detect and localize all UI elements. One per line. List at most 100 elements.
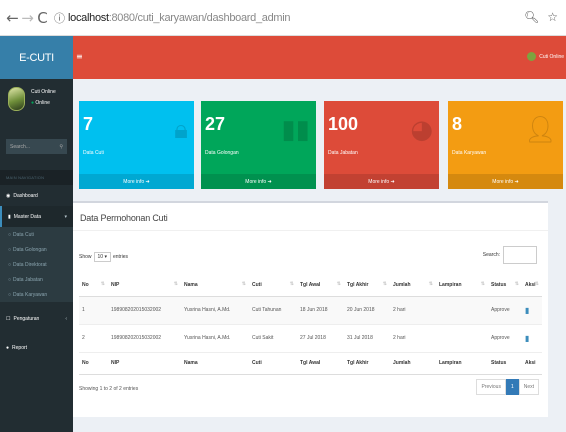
- file-icon[interactable]: ▮: [525, 306, 529, 315]
- cell-jumlah: 2 hari: [390, 324, 436, 353]
- page-1-button[interactable]: 1: [505, 379, 519, 395]
- column-header[interactable]: Cuti ⇅: [249, 274, 297, 297]
- stat-box-data-cuti: 7 Data Cuti 🔒︎ More info ➜: [79, 101, 194, 189]
- stat-label: Data Golongan: [205, 150, 239, 156]
- table-search: Search:: [483, 246, 537, 264]
- more-info-label: More info: [368, 178, 390, 185]
- sidebar-subitem-label: Data Cuti: [13, 231, 34, 238]
- cell-jumlah: 2 hari: [390, 296, 436, 325]
- footer-header: Cuti: [249, 351, 297, 375]
- sidebar-item-dashboard[interactable]: ◉ Dashboard: [0, 185, 73, 206]
- table-search-input[interactable]: [503, 246, 537, 264]
- more-info-link[interactable]: More info ➜: [201, 174, 316, 189]
- show-label: Show: [79, 254, 92, 260]
- stat-value: 7: [83, 114, 94, 134]
- stat-value: 100: [328, 114, 359, 134]
- dashboard-icon: ◉: [6, 192, 11, 199]
- sidebar-item-label: Dashboard: [13, 192, 38, 199]
- circle-icon: ○: [8, 231, 12, 238]
- user-info: Cuti Online ● Online: [31, 87, 56, 109]
- column-header-label: No: [82, 281, 89, 288]
- sidebar-item-report[interactable]: ● Report: [0, 337, 73, 358]
- cell-nip: 198908202015032002: [108, 296, 181, 325]
- column-header[interactable]: Status ⇅: [488, 274, 522, 297]
- menu-toggle-icon[interactable]: ≡: [76, 52, 83, 61]
- column-header[interactable]: Tgl Awal ⇅: [297, 274, 344, 297]
- files-icon: ▮: [8, 213, 11, 220]
- cell-aksi: ▮: [522, 296, 542, 325]
- cell-status: Approve: [488, 296, 522, 325]
- divider: [73, 230, 548, 231]
- more-info-link[interactable]: More info ➜: [324, 174, 439, 189]
- sidebar-search-input[interactable]: Search... ⚲: [6, 139, 67, 154]
- cell-lampiran: [436, 324, 488, 353]
- browser-toolbar: ← → C ⓘ localhost:8080/cuti_karyawan/das…: [0, 0, 566, 36]
- column-header-label: Status: [491, 281, 507, 288]
- sidebar-subitem-data-golongan[interactable]: ○ Data Golongan: [0, 242, 73, 257]
- column-header[interactable]: No ⇅: [79, 274, 108, 297]
- avatar: [8, 87, 25, 111]
- url-port: :8080: [108, 11, 135, 24]
- sort-icon: ⇅: [289, 281, 294, 287]
- table-row: 1 198908202015032002 Yusrina Hasni, A.Md…: [79, 296, 542, 325]
- circle-icon: ○: [8, 291, 12, 298]
- more-info-link[interactable]: More info ➜: [448, 174, 563, 189]
- column-header[interactable]: Lampiran ⇅: [436, 274, 488, 297]
- cell-nama: Yusrina Hasni, A.Md.: [181, 324, 249, 353]
- column-header[interactable]: NIP ⇅: [108, 274, 181, 297]
- search-icon[interactable]: ⚲: [59, 144, 63, 150]
- sort-icon: ⇅: [514, 281, 519, 287]
- column-header[interactable]: Nama ⇅: [181, 274, 249, 297]
- column-header-label: Jumlah: [393, 281, 411, 288]
- sidebar-subitem-data-direktorat[interactable]: ○ Data Direktorat: [0, 257, 73, 272]
- user-status: ● Online: [31, 98, 56, 109]
- app-logo[interactable]: E-CUTI: [0, 36, 73, 79]
- sort-icon: ⇅: [382, 281, 387, 287]
- bookmark-star-icon[interactable]: ☆: [547, 10, 558, 24]
- footer-header: Lampiran: [436, 351, 488, 375]
- browser-actions: 🔍︎ ☆: [524, 10, 558, 24]
- circle-icon: ○: [8, 246, 12, 253]
- sidebar-subitem-data-jabatan[interactable]: ○ Data Jabatan: [0, 272, 73, 287]
- circle-icon: ○: [8, 276, 12, 283]
- more-info-link[interactable]: More info ➜: [79, 174, 194, 189]
- sidebar-item-pengaturan[interactable]: ☐ Pengaturan ‹: [0, 308, 73, 329]
- sidebar-item-master-data[interactable]: ▮ Master Data ▾: [0, 206, 73, 227]
- column-header[interactable]: Jumlah ⇅: [390, 274, 436, 297]
- forward-arrow-icon[interactable]: →: [20, 9, 35, 27]
- stat-label: Data Karyawan: [452, 150, 487, 156]
- info-icon[interactable]: ⓘ: [54, 10, 65, 26]
- footer-header: Tgl Akhir: [344, 351, 390, 375]
- previous-button[interactable]: Previous: [476, 379, 506, 395]
- sidebar-subitem-label: Data Golongan: [13, 246, 47, 253]
- zoom-icon[interactable]: 🔍︎: [524, 10, 539, 24]
- next-button[interactable]: Next: [518, 379, 539, 395]
- table-info: Showing 1 to 2 of 2 entries: [79, 386, 139, 392]
- entries-select[interactable]: 10 ▾: [93, 252, 111, 262]
- back-arrow-icon[interactable]: ←: [5, 9, 20, 27]
- reload-icon[interactable]: C: [35, 9, 50, 27]
- entries-length-control: Show 10 ▾ entries: [79, 252, 128, 262]
- cell-aksi: ▮: [522, 324, 542, 353]
- address-bar[interactable]: localhost:8080/cuti_karyawan/dashboard_a…: [68, 11, 291, 24]
- stat-value: 27: [205, 114, 226, 134]
- user-add-icon: 👤︎: [523, 115, 557, 145]
- stat-box-data-golongan: 27 Data Golongan ▮▮ More info ➜: [201, 101, 316, 189]
- column-header[interactable]: Tgl Akhir ⇅: [344, 274, 390, 297]
- sidebar-subitem-data-karyawan[interactable]: ○ Data Karyawan: [0, 287, 73, 302]
- bar-chart-icon: ▮▮: [281, 115, 310, 145]
- sort-icon: ⇅: [428, 281, 433, 287]
- file-icon[interactable]: ▮: [525, 334, 529, 343]
- column-header[interactable]: Aksi ⇅: [522, 274, 542, 297]
- column-header-label: Lampiran: [439, 281, 462, 288]
- url-host: localhost: [68, 11, 109, 24]
- cell-nip: 198908202015032002: [108, 324, 181, 353]
- sort-icon: ⇅: [480, 281, 485, 287]
- sidebar-subitem-data-cuti[interactable]: ○ Data Cuti: [0, 227, 73, 242]
- user-menu[interactable]: Cuti Online: [527, 52, 564, 61]
- footer-header: Tgl Awal: [297, 351, 344, 375]
- stat-label: Data Cuti: [83, 150, 104, 156]
- column-header-label: Cuti: [252, 281, 262, 288]
- cell-tgl-awal: 27 Jul 2018: [297, 324, 344, 353]
- sidebar-search-placeholder: Search...: [10, 143, 31, 150]
